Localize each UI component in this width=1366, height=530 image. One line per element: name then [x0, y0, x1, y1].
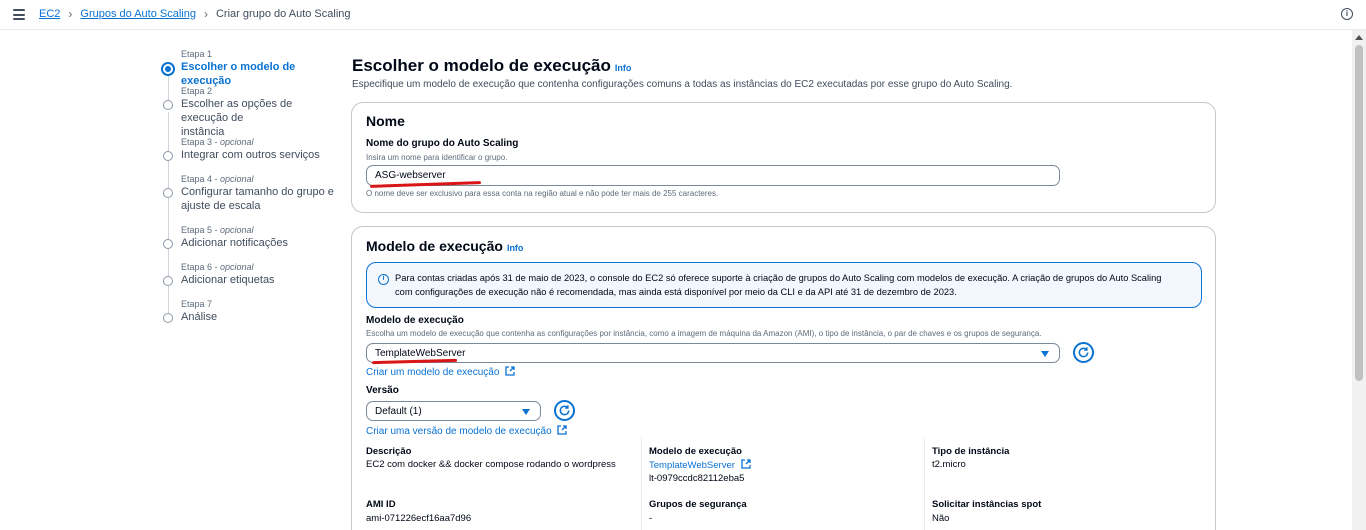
- refresh-templates-button[interactable]: [1073, 342, 1094, 363]
- ami-label: AMI ID: [366, 499, 396, 510]
- step-title: Adicionar notificações: [181, 237, 289, 249]
- step-2[interactable]: Etapa 2 Escolher as opções de execução d…: [160, 85, 335, 139]
- step-number: Etapa 4: [181, 174, 213, 184]
- step-number: Etapa 3: [181, 137, 213, 147]
- step-6[interactable]: Etapa 6 - opcional Adicionar etiquetas: [160, 261, 275, 287]
- breadcrumb-ec2[interactable]: EC2: [39, 8, 60, 20]
- instance-type-label: Tipo de instância: [932, 446, 1010, 457]
- template-id-value: lt-0979ccdc82112eba5: [649, 473, 745, 484]
- step-title: Adicionar etiquetas: [181, 274, 275, 286]
- column-divider: [641, 437, 642, 530]
- caret-down-icon: [522, 409, 530, 415]
- page-description: Especifique um modelo de execução que co…: [352, 79, 1013, 90]
- panel-title: Nome: [366, 113, 405, 129]
- step-title: Configurar tamanho do grupo e: [181, 186, 334, 198]
- panel-title-text: Modelo de execução: [366, 238, 503, 254]
- step-indicator: [163, 313, 173, 323]
- step-number: Etapa 7: [181, 299, 213, 309]
- external-link-icon: [740, 459, 751, 469]
- step-number: Etapa 6: [181, 262, 213, 272]
- info-icon[interactable]: i: [1341, 8, 1353, 20]
- step-title: Integrar com outros serviços: [181, 149, 320, 161]
- step-indicator: [163, 239, 173, 249]
- info-icon: i: [378, 274, 389, 285]
- caret-down-icon: [1041, 351, 1049, 357]
- field-hint: Insira um nome para identificar o grupo.: [366, 153, 508, 162]
- top-navigation-bar: EC2 › Grupos do Auto Scaling › Criar gru…: [0, 0, 1366, 30]
- alert-line: com configurações de execução não é reco…: [395, 287, 957, 297]
- select-value: TemplateWebServer: [375, 348, 466, 359]
- scroll-thumb[interactable]: [1355, 45, 1363, 381]
- step-number: Etapa 1: [181, 49, 213, 59]
- launch-template-select[interactable]: TemplateWebServer: [366, 343, 1060, 363]
- step-number: Etapa 2: [181, 86, 213, 96]
- select-value: Default (1): [375, 406, 422, 417]
- step-5[interactable]: Etapa 5 - opcional Adicionar notificaçõe…: [160, 224, 288, 250]
- page-title-text: Escolher o modelo de execução: [352, 56, 611, 75]
- chevron-right-icon: ›: [203, 6, 208, 21]
- create-version-link[interactable]: Criar uma versão de modelo de execução: [366, 425, 568, 437]
- step-indicator: [163, 276, 173, 286]
- alert-line: Para contas criadas após 31 de maio de 2…: [395, 273, 1162, 283]
- external-link-icon: [505, 366, 515, 376]
- template-detail-link[interactable]: TemplateWebServer: [649, 459, 751, 471]
- field-label: Nome do grupo do Auto Scaling: [366, 138, 519, 149]
- field-hint: Escolha um modelo de execução que conten…: [366, 329, 1042, 338]
- chevron-right-icon: ›: [68, 6, 73, 21]
- launch-template-panel: Modelo de execução Info i Para contas cri…: [351, 226, 1216, 530]
- step-optional: opcional: [220, 174, 254, 184]
- alert-text: Para contas criadas após 31 de maio de 2…: [395, 271, 1195, 299]
- version-select[interactable]: Default (1): [366, 401, 541, 421]
- menu-icon[interactable]: [13, 9, 25, 20]
- step-active-indicator: [161, 62, 175, 76]
- create-template-link[interactable]: Criar um modelo de execução: [366, 366, 515, 378]
- panel-title: Modelo de execução Info: [366, 238, 523, 254]
- step-indicator: [163, 151, 173, 161]
- link-text: Criar uma versão de modelo de execução: [366, 426, 552, 437]
- field-label: Modelo de execução: [366, 315, 464, 326]
- info-link[interactable]: Info: [507, 243, 524, 253]
- breadcrumb: EC2 › Grupos do Auto Scaling › Criar gru…: [39, 6, 351, 21]
- page-scrollbar[interactable]: [1352, 30, 1366, 530]
- link-text: TemplateWebServer: [649, 460, 735, 471]
- link-text: Criar um modelo de execução: [366, 367, 500, 378]
- field-label: Versão: [366, 385, 399, 396]
- scroll-up-arrow-icon[interactable]: [1355, 35, 1363, 40]
- page-title: Escolher o modelo de execução Info: [352, 56, 631, 76]
- breadcrumb-auto-scaling-groups[interactable]: Grupos do Auto Scaling: [80, 8, 196, 20]
- description-label: Descrição: [366, 446, 412, 457]
- step-number: Etapa 5: [181, 225, 213, 235]
- info-link[interactable]: Info: [615, 63, 632, 73]
- step-4[interactable]: Etapa 4 - opcional Configurar tamanho do…: [160, 173, 334, 213]
- spot-label: Solicitar instâncias spot: [932, 499, 1042, 510]
- step-indicator: [163, 100, 173, 110]
- external-link-icon: [557, 425, 568, 435]
- security-groups-label: Grupos de segurança: [649, 499, 747, 510]
- breadcrumb-current: Criar grupo do Auto Scaling: [215, 8, 351, 20]
- column-divider: [924, 437, 925, 530]
- step-title-cont: ajuste de escala: [181, 200, 261, 212]
- ami-value: ami-071226ecf16aa7d96: [366, 513, 472, 524]
- step-title[interactable]: Escolher o modelo de execução: [181, 60, 335, 88]
- refresh-icon: [1078, 347, 1089, 358]
- security-groups-value: -: [649, 513, 653, 524]
- instance-type-value: t2.micro: [932, 459, 966, 470]
- step-3[interactable]: Etapa 3 - opcional Integrar com outros s…: [160, 136, 320, 162]
- description-value: EC2 com docker && docker compose rodando…: [366, 459, 616, 470]
- spot-value: Não: [932, 513, 950, 524]
- step-optional: opcional: [220, 137, 254, 147]
- template-label: Modelo de execução: [649, 446, 742, 457]
- info-alert: i Para contas criadas após 31 de maio de…: [366, 262, 1202, 308]
- refresh-versions-button[interactable]: [554, 400, 575, 421]
- refresh-icon: [559, 405, 570, 416]
- step-7[interactable]: Etapa 7 Análise: [160, 298, 217, 324]
- step-optional: opcional: [220, 262, 254, 272]
- field-constraint: O nome deve ser exclusivo para essa cont…: [366, 189, 719, 198]
- step-title: Escolher as opções de execução de: [181, 98, 293, 124]
- step-optional: opcional: [220, 225, 254, 235]
- step-title: Análise: [181, 311, 218, 323]
- name-panel: Nome Nome do grupo do Auto Scaling Insir…: [351, 102, 1216, 213]
- step-indicator: [163, 188, 173, 198]
- step-1[interactable]: Etapa 1 Escolher o modelo de execução: [160, 48, 335, 88]
